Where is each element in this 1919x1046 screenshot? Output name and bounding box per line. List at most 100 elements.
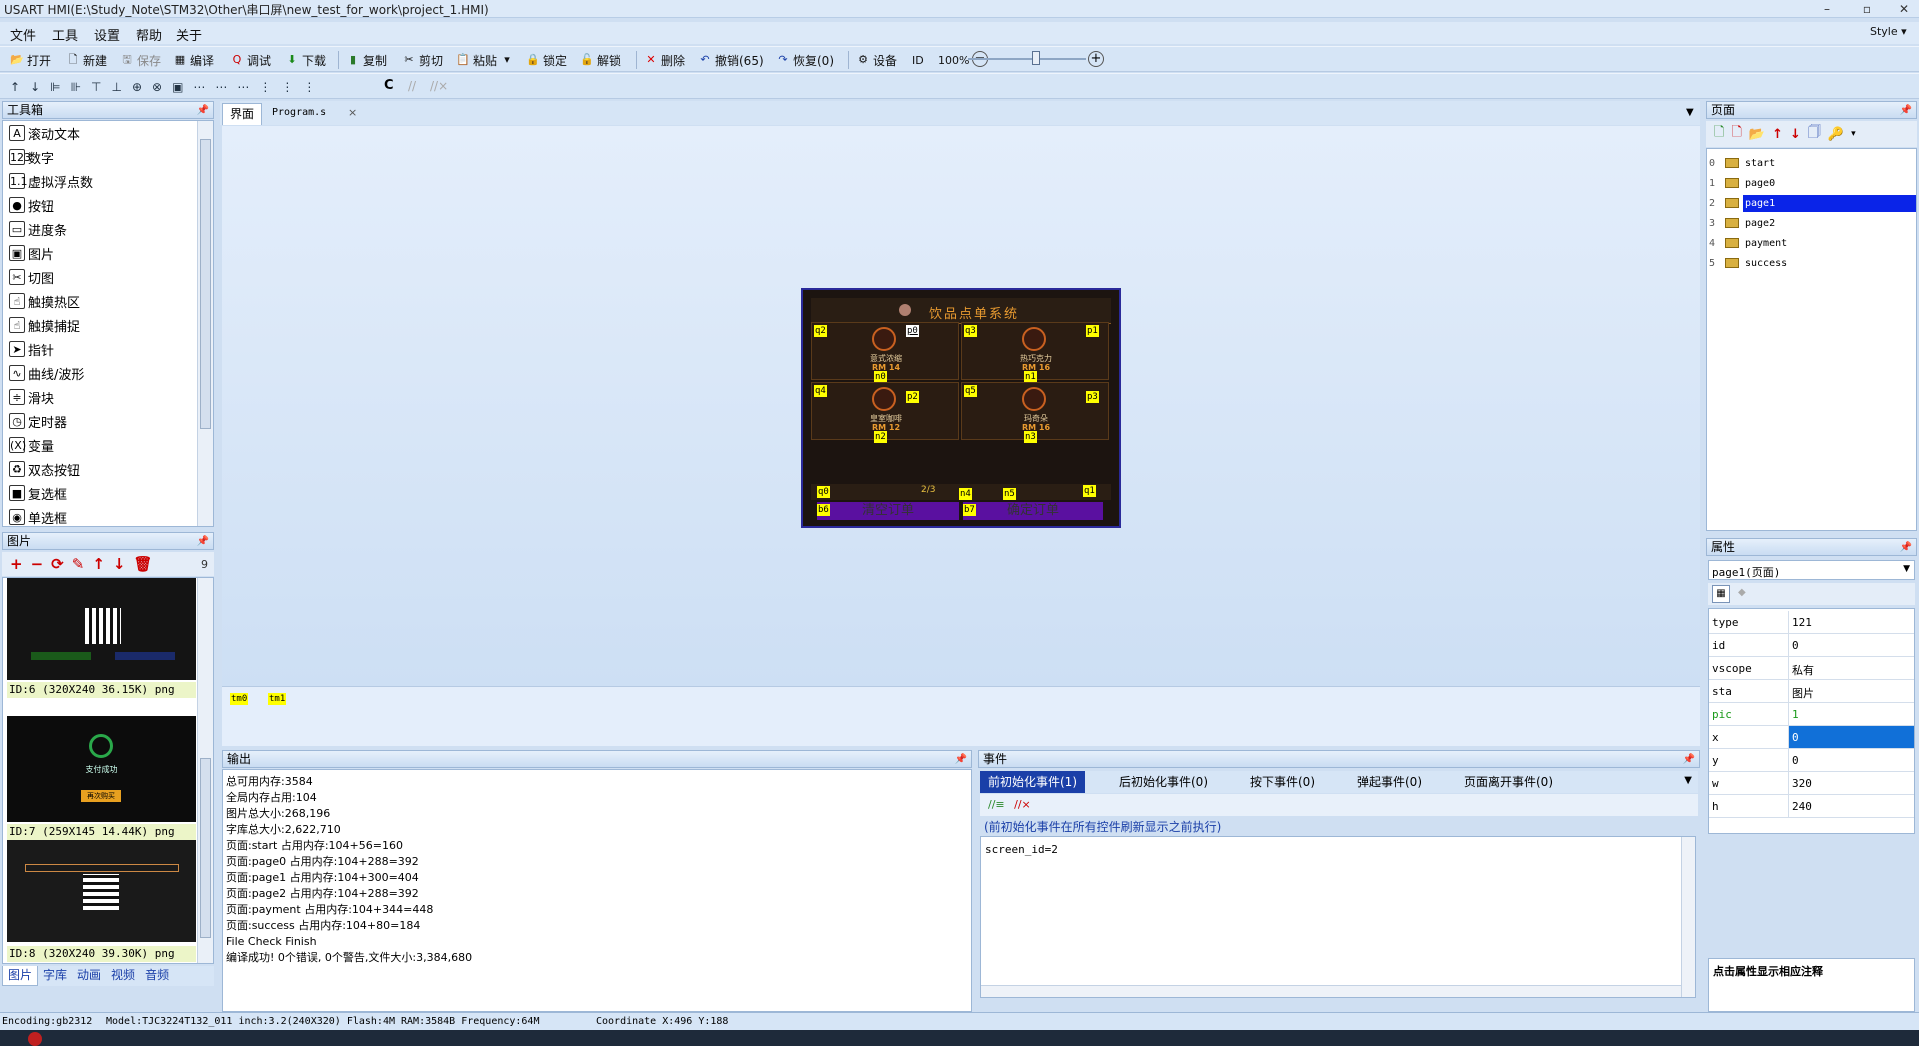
tab-fonts[interactable]: 字库 <box>38 966 72 986</box>
edit-icon[interactable]: ✎ <box>72 555 85 573</box>
import-page-icon[interactable]: 📂 <box>1749 127 1765 142</box>
add-page-icon[interactable]: 🗋 <box>1714 123 1724 145</box>
pin-icon[interactable]: 📌 <box>955 752 967 768</box>
tab-audio[interactable]: 音频 <box>140 966 174 986</box>
product-card[interactable]: 热巧克力 RM 16 q3 p1 n1 <box>961 322 1109 383</box>
tab-page-exit[interactable]: 页面离开事件(0) <box>1456 771 1561 793</box>
scrollbar-thumb[interactable] <box>200 139 211 429</box>
pin-icon[interactable]: 📌 <box>1683 752 1695 768</box>
property-row-sta[interactable]: sta 图片 <box>1709 680 1914 703</box>
space-v-icon[interactable]: ⋮ <box>259 80 271 94</box>
page-item-start[interactable]: 0 start <box>1707 153 1916 173</box>
property-row-y[interactable]: y 0 <box>1709 749 1914 772</box>
image-thumb-6[interactable] <box>7 578 196 680</box>
download-button[interactable]: ⬇ 下载 <box>285 51 326 69</box>
toolbox-item[interactable]: ◷ 定时器 <box>3 409 213 433</box>
editor-vscrollbar[interactable] <box>1681 837 1695 997</box>
tag-number[interactable]: n3 <box>1024 431 1037 443</box>
tag-n4[interactable]: n4 <box>959 488 972 500</box>
property-row-w[interactable]: w 320 <box>1709 772 1914 795</box>
clear-order-button[interactable]: 清空订单 <box>817 502 959 520</box>
design-canvas[interactable]: 饮品点单系统 意式浓缩 RM 14 q2 p0 n0 热巧克力 RM 16 q3… <box>222 126 1700 686</box>
tab-videos[interactable]: 视频 <box>106 966 140 986</box>
toolbox-item[interactable]: ● 按钮 <box>3 193 213 217</box>
property-value[interactable]: 0 <box>1789 634 1914 656</box>
property-value[interactable]: 320 <box>1789 772 1914 794</box>
page-item-success[interactable]: 5 success <box>1707 253 1916 273</box>
tab-close-icon[interactable]: × <box>348 106 357 119</box>
remove-icon[interactable]: − <box>31 555 44 573</box>
tab-program[interactable]: Program.s <box>272 107 326 118</box>
tab-design[interactable]: 界面 <box>222 103 262 125</box>
paste-button[interactable]: 📋 粘贴 ▾ <box>456 51 514 69</box>
style-menu[interactable]: Style ▾ <box>1870 25 1907 38</box>
open-button[interactable]: 📂 打开 <box>10 51 51 69</box>
center-h-icon[interactable]: ⊕ <box>132 80 142 94</box>
property-row-x[interactable]: x 0 <box>1709 726 1914 749</box>
align-left-icon[interactable]: ⊫ <box>50 80 60 94</box>
property-value[interactable]: 0 <box>1789 749 1914 771</box>
tab-images[interactable]: 图片 <box>2 966 39 986</box>
tabs-dropdown-icon[interactable]: ▼ <box>1686 107 1694 118</box>
image-thumb-7[interactable]: 支付成功 再次购买 <box>7 716 196 822</box>
toolbox-scrollbar[interactable] <box>197 121 213 526</box>
toolbox-item[interactable]: ▣ 图片 <box>3 241 213 265</box>
notification-badge-icon[interactable] <box>28 1032 42 1046</box>
property-value[interactable]: 图片 <box>1789 680 1914 702</box>
unlock-button[interactable]: 🔓 解锁 <box>580 51 621 69</box>
tag-n5[interactable]: n5 <box>1003 488 1016 500</box>
toolbox-item[interactable]: 123 数字 <box>3 145 213 169</box>
product-card[interactable]: 皇室咖啡 RM 12 q4 p2 n2 <box>811 382 959 443</box>
sort-category-icon[interactable]: ▦ <box>1712 585 1730 603</box>
timer-tm1[interactable]: tm1 <box>268 693 287 705</box>
zoom-slider[interactable] <box>968 58 1086 60</box>
device-settings-button[interactable]: ⚙ 设备 <box>856 51 897 69</box>
refresh-icon[interactable]: ⟳ <box>51 555 64 573</box>
align-bottom-icon[interactable]: ⊥ <box>111 80 121 94</box>
property-row-type[interactable]: type 121 <box>1709 611 1914 634</box>
copy-button[interactable]: ▮ 复制 <box>346 51 387 69</box>
delete-button[interactable]: ✕ 删除 <box>644 51 685 69</box>
up-icon[interactable]: ↑ <box>92 555 105 573</box>
space-v2-icon[interactable]: ⋮ <box>281 80 293 94</box>
menu-file[interactable]: 文件 <box>10 25 36 44</box>
images-scrollbar[interactable] <box>197 578 213 963</box>
move-up-icon[interactable]: ↑ <box>10 80 20 94</box>
undo-button[interactable]: ↶ 撤销(65) <box>698 51 763 69</box>
toolbox-item[interactable]: ▭ 进度条 <box>3 217 213 241</box>
toolbox-item[interactable]: ✂ 切图 <box>3 265 213 289</box>
pin-icon[interactable]: 📌 <box>197 534 209 550</box>
tag-picture[interactable]: q4 <box>814 385 827 397</box>
tag-control[interactable]: p2 <box>906 391 919 403</box>
property-value[interactable]: 240 <box>1789 795 1914 817</box>
space-h-icon[interactable]: ⋯ <box>193 80 205 94</box>
delete-page-icon[interactable]: 🗋 <box>1731 123 1741 145</box>
tag-picture[interactable]: q3 <box>964 325 977 337</box>
space-h3-icon[interactable]: ⋯ <box>237 80 249 94</box>
trash-icon[interactable]: 🗑 <box>133 555 152 573</box>
product-card[interactable]: 意式浓缩 RM 14 q2 p0 n0 <box>811 322 959 383</box>
chevron-down-icon[interactable]: ▼ <box>1684 775 1692 786</box>
property-row-vscope[interactable]: vscope 私有 <box>1709 657 1914 680</box>
move-up-icon[interactable]: ↑ <box>1772 127 1783 142</box>
toolbox-item[interactable]: ◉ 单选框 <box>3 505 213 526</box>
same-size-icon[interactable]: ▣ <box>172 80 183 94</box>
chevron-down-icon[interactable]: ▾ <box>1851 129 1856 139</box>
tag-control[interactable]: p3 <box>1086 391 1099 403</box>
close-button[interactable]: ✕ <box>1889 0 1919 18</box>
toolbox-item[interactable]: ➤ 指针 <box>3 337 213 361</box>
toolbox-item[interactable]: ♻ 双态按钮 <box>3 457 213 481</box>
maximize-button[interactable]: ▫ <box>1852 0 1882 18</box>
center-v-icon[interactable]: ⊗ <box>152 80 162 94</box>
pin-icon[interactable]: 📌 <box>1900 540 1912 556</box>
property-row-id[interactable]: id 0 <box>1709 634 1914 657</box>
toolbox-item[interactable]: (X) 变量 <box>3 433 213 457</box>
space-v3-icon[interactable]: ⋮ <box>303 80 315 94</box>
tag-b6[interactable]: b6 <box>817 504 830 516</box>
new-button[interactable]: 🗋 新建 <box>66 51 107 69</box>
object-selector[interactable]: page1(页面) ▼ <box>1708 560 1915 580</box>
menu-tools[interactable]: 工具 <box>52 25 78 44</box>
tab-release[interactable]: 弹起事件(0) <box>1349 771 1430 793</box>
scrollbar-thumb[interactable] <box>200 758 211 938</box>
property-row-pic[interactable]: pic 1 <box>1709 703 1914 726</box>
